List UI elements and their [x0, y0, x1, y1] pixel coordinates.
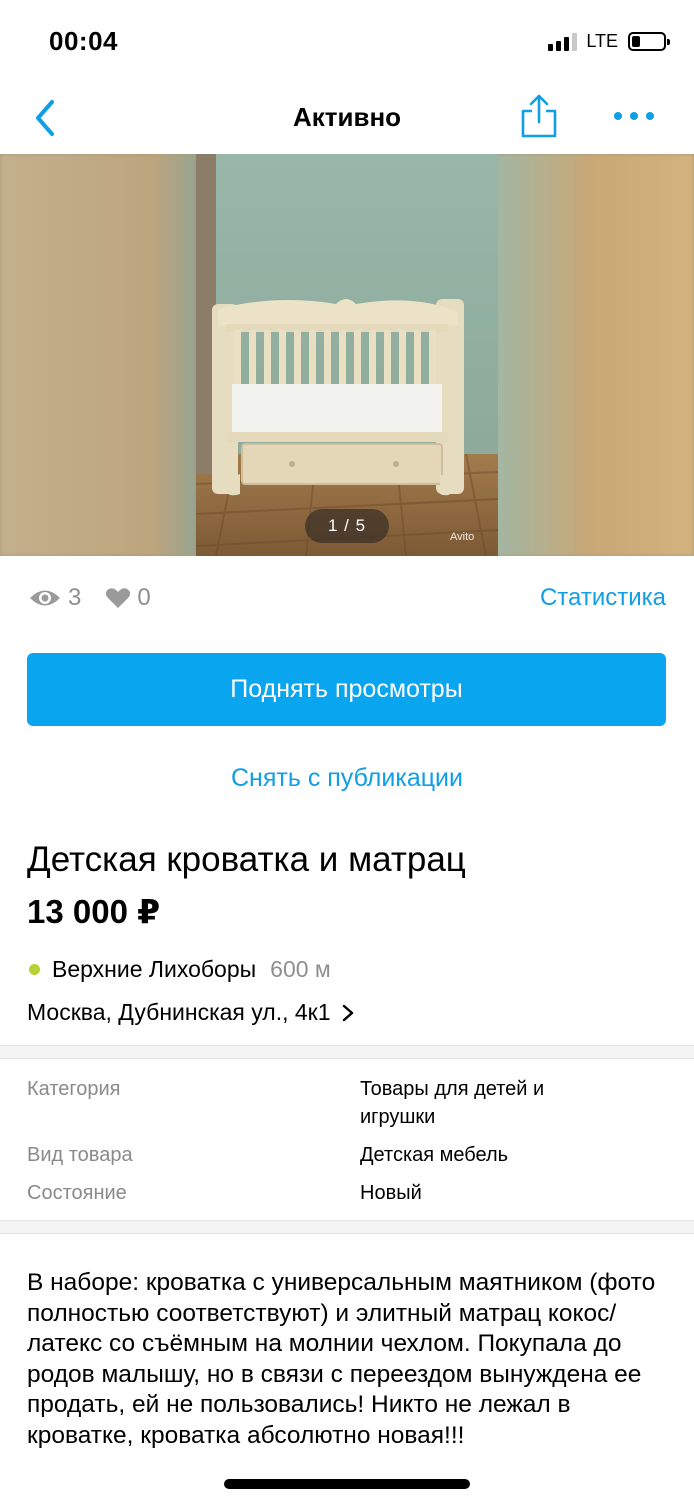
metro-name: Верхние Лихоборы — [52, 956, 257, 982]
views-count: 3 — [68, 584, 82, 611]
section-divider — [0, 1045, 694, 1059]
eye-icon — [30, 590, 60, 606]
param-value: Новый — [360, 1182, 422, 1204]
metro-distance: 600 м — [270, 956, 331, 982]
stats-row: 3 0 Статистика — [28, 580, 666, 616]
item-title: Детская кроватка и матрац — [27, 840, 466, 879]
param-value: Товары для детей и игрушки — [360, 1078, 545, 1128]
home-indicator — [224, 1479, 470, 1489]
share-icon[interactable] — [519, 93, 559, 139]
signal-icon — [548, 32, 578, 51]
crib-photo — [196, 154, 498, 556]
status-indicators: LTE — [548, 31, 670, 52]
network-type: LTE — [586, 31, 618, 51]
item-price: 13 000 ₽ — [27, 893, 161, 930]
param-label: Вид товара — [27, 1144, 133, 1166]
item-params: Категория Товары для детей и игрушки Вид… — [27, 1075, 667, 1217]
promote-button[interactable]: Поднять просмотры — [27, 653, 666, 726]
param-row: Вид товара Детская мебель — [27, 1141, 667, 1169]
param-row: Состояние Новый — [27, 1179, 667, 1207]
metro-line-dot-icon — [29, 964, 40, 975]
views-stat: 3 — [28, 584, 81, 612]
heart-icon — [106, 588, 131, 608]
nav-bar: Активно — [0, 80, 694, 154]
param-label: Состояние — [27, 1182, 127, 1204]
status-time: 00:04 — [49, 26, 118, 56]
unpublish-button[interactable]: Снять с публикации — [0, 764, 694, 793]
likes-count: 0 — [137, 584, 151, 611]
item-description: В наборе: кроватка с универсальным маятн… — [27, 1269, 656, 1449]
photo-gallery[interactable]: 1 / 5 Avito — [0, 154, 694, 556]
status-bar: 00:04 LTE — [0, 0, 694, 80]
battery-icon — [628, 32, 670, 51]
param-value: Детская мебель — [360, 1144, 509, 1166]
likes-stat: 0 — [105, 584, 151, 612]
param-row: Категория Товары для детей и игрушки — [27, 1075, 667, 1131]
param-label: Категория — [27, 1078, 121, 1100]
metro-station: Верхние Лихоборы 600 м — [29, 956, 331, 983]
photo-counter: 1 / 5 — [305, 509, 389, 543]
address-text: Москва, Дубнинская ул., 4к1 — [27, 999, 331, 1025]
photo-watermark: Avito — [450, 531, 475, 543]
page-title: Активно — [292, 102, 402, 132]
address-link[interactable]: Москва, Дубнинская ул., 4к1 — [27, 999, 355, 1026]
section-divider — [0, 1220, 694, 1234]
statistics-link[interactable]: Статистика — [540, 584, 666, 612]
chevron-right-icon — [342, 1004, 353, 1021]
more-dots-icon[interactable] — [614, 112, 654, 120]
